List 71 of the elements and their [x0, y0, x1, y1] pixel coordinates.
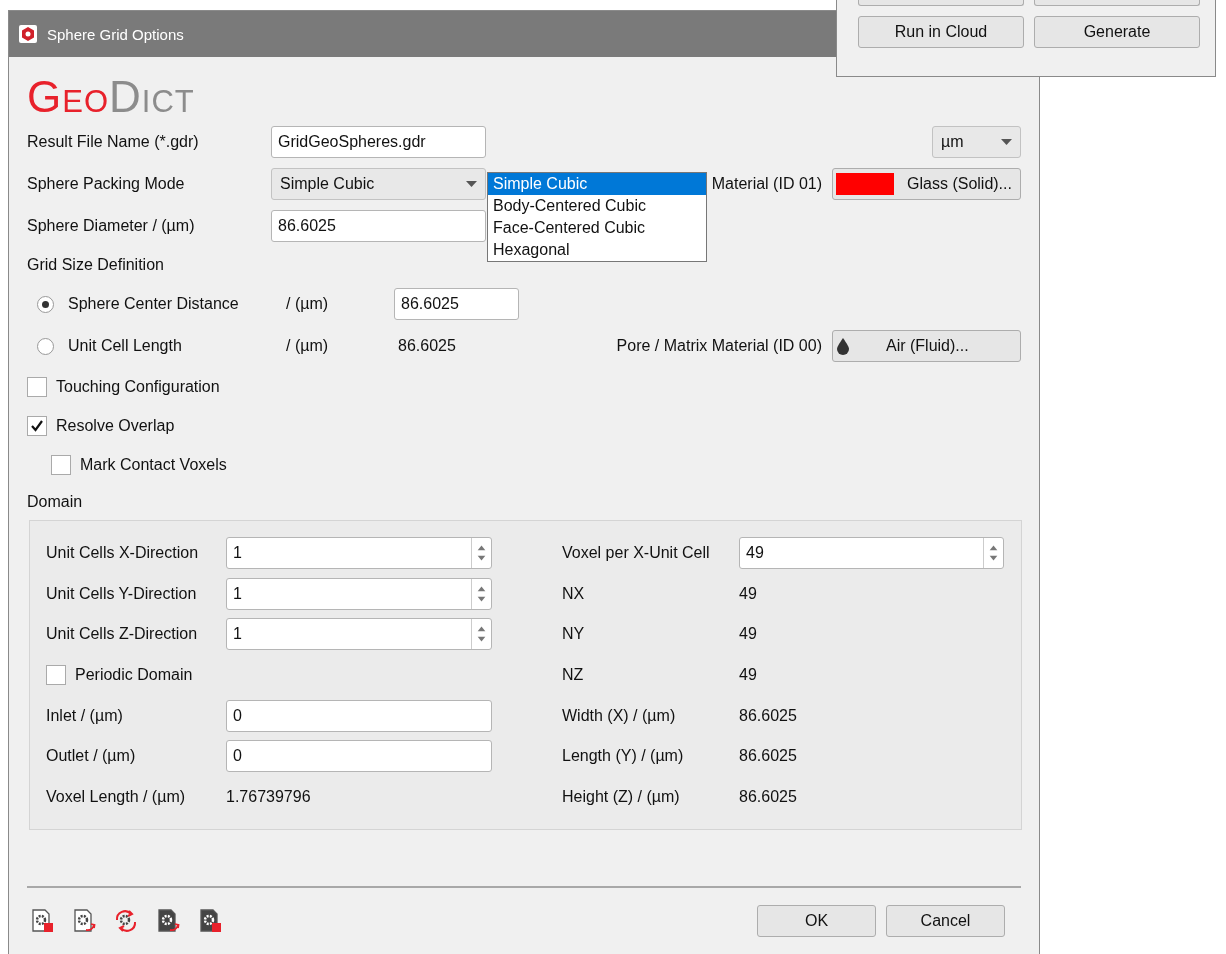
unit-dropdown[interactable]: µm [932, 126, 1021, 158]
value-text: 86.6025 [739, 787, 797, 806]
dialog-button[interactable]: Cancel [886, 905, 1005, 937]
radio-button[interactable] [37, 295, 54, 313]
document-gear-icon[interactable] [155, 908, 181, 934]
radio-label: Unit Cell Length [68, 337, 183, 355]
value-text: 1.76739796 [226, 787, 311, 806]
value-text: 49 [739, 666, 757, 684]
radio-button[interactable] [37, 337, 54, 355]
field-label: Result File Name (*.gdr) [27, 133, 200, 151]
field-label: Pore / Matrix Material (ID 00) [616, 337, 822, 355]
dropdown-option[interactable]: Simple Cubic [488, 173, 706, 195]
unit-label: / (µm) [286, 337, 330, 355]
checkbox[interactable] [46, 665, 66, 685]
caret-icon [1001, 139, 1012, 145]
field-label: Width (X) / (µm) [562, 706, 677, 725]
spin-box[interactable]: 1 [226, 537, 492, 570]
logo: GeoDict [27, 73, 196, 121]
input-field[interactable]: 86.6025 [394, 288, 519, 320]
field-label: Material (ID 01) [711, 175, 822, 193]
field-label: NX [562, 584, 586, 603]
value-text: 49 [739, 584, 757, 603]
document-gear-icon[interactable] [29, 908, 55, 934]
spin-box[interactable]: 1 [226, 577, 492, 610]
document-gear-icon[interactable] [197, 908, 223, 934]
field-label: Sphere Packing Mode [27, 175, 186, 193]
checkbox-label: Periodic Domain [75, 666, 193, 684]
field-label: NZ [562, 666, 585, 684]
material-button[interactable]: Air (Fluid)... [832, 330, 1021, 362]
field-label: Height (Z) / (µm) [562, 787, 681, 806]
section-title: Domain [27, 493, 83, 511]
value-text: 49 [739, 625, 757, 644]
field-label: Voxel Length / (µm) [46, 787, 187, 806]
value-text: 86.6025 [739, 747, 797, 766]
section-title: Grid Size Definition [27, 256, 164, 274]
checkbox-label: Touching Configuration [56, 377, 220, 396]
window-button[interactable]: Run in Cloud [858, 16, 1024, 48]
document-gear-icon[interactable] [71, 908, 97, 934]
drop-icon [836, 337, 850, 355]
field-label: Unit Cells Y-Direction [46, 584, 198, 603]
app-icon [19, 25, 37, 43]
checkbox[interactable] [51, 454, 71, 475]
value-text: 86.6025 [739, 706, 797, 725]
material-button[interactable]: Glass (Solid)... [832, 168, 1021, 200]
field-label: Unit Cells Z-Direction [46, 625, 199, 644]
spin-box[interactable]: 49 [739, 537, 1004, 570]
window-button[interactable]: Generate [1034, 16, 1200, 48]
value-text: 86.6025 [397, 337, 456, 355]
field-label: NY [562, 625, 586, 644]
checkbox-label: Resolve Overlap [56, 416, 175, 435]
packing-mode-dropdown[interactable]: Simple Cubic [271, 168, 486, 200]
unit-label: / (µm) [286, 295, 330, 313]
checkbox[interactable] [27, 415, 47, 436]
spin-box[interactable]: 1 [226, 618, 492, 651]
field-label: Voxel per X-Unit Cell [562, 544, 711, 563]
input-field[interactable]: 0 [226, 699, 492, 732]
dialog-button[interactable]: OK [757, 905, 876, 937]
radio-label: Sphere Center Distance [68, 295, 240, 313]
gear-refresh-icon[interactable] [113, 908, 139, 934]
input-field[interactable]: GridGeoSpheres.gdr [271, 126, 486, 158]
field-label: Inlet / (µm) [46, 706, 124, 725]
input-field[interactable]: 0 [226, 740, 492, 773]
checkbox-label: Mark Contact Voxels [80, 455, 227, 474]
field-label: Unit Cells X-Direction [46, 544, 200, 563]
field-label: Sphere Diameter / (µm) [27, 217, 196, 235]
field-label: Length (Y) / (µm) [562, 747, 685, 766]
window-title: Sphere Grid Options [47, 25, 184, 43]
input-field[interactable]: 86.6025 [271, 210, 486, 242]
checkbox[interactable] [27, 376, 47, 397]
caret-icon [466, 181, 477, 187]
field-label: Outlet / (µm) [46, 747, 137, 766]
